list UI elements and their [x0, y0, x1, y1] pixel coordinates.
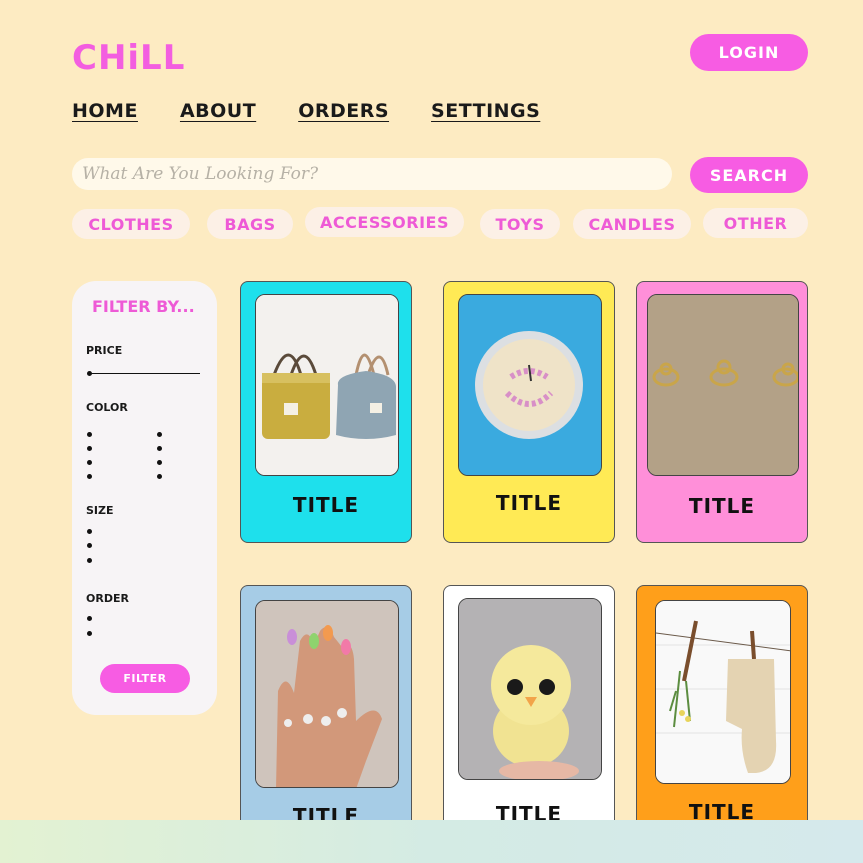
product-card[interactable]: TITLE	[636, 281, 808, 543]
nav-home[interactable]: HOME	[72, 100, 138, 122]
category-clothes[interactable]: CLOTHES	[72, 209, 190, 239]
color-label: COLOR	[86, 401, 128, 414]
price-label: PRICE	[86, 344, 123, 357]
size-label: SIZE	[86, 504, 114, 517]
filter-sidebar: FILTER BY... PRICE COLOR SIZE ORDER FILT…	[72, 281, 217, 715]
price-slider-track[interactable]	[89, 373, 200, 374]
category-accessories[interactable]: ACCESSORIES	[305, 207, 464, 237]
size-option[interactable]	[87, 529, 92, 534]
filter-title: FILTER BY...	[92, 297, 195, 316]
size-option[interactable]	[87, 543, 92, 548]
color-option[interactable]	[157, 474, 162, 479]
color-option[interactable]	[157, 460, 162, 465]
product-card[interactable]: TITLE	[240, 281, 412, 543]
search-input[interactable]: What Are You Looking For?	[72, 158, 672, 190]
category-bags[interactable]: BAGS	[207, 209, 293, 239]
color-option[interactable]	[87, 432, 92, 437]
rings-photo	[647, 294, 799, 476]
hand-rings-photo	[255, 600, 399, 788]
size-option[interactable]	[87, 558, 92, 563]
search-button[interactable]: SEARCH	[690, 157, 808, 193]
product-title: TITLE	[688, 494, 756, 518]
filter-button[interactable]: FILTER	[100, 664, 190, 693]
order-label: ORDER	[86, 592, 129, 605]
bags-photo	[255, 294, 399, 476]
color-option[interactable]	[87, 446, 92, 451]
color-option[interactable]	[87, 460, 92, 465]
product-title: TITLE	[292, 493, 360, 517]
color-option[interactable]	[157, 446, 162, 451]
product-title: TITLE	[495, 491, 563, 515]
nav-settings[interactable]: SETTINGS	[431, 100, 540, 122]
color-option[interactable]	[157, 432, 162, 437]
socks-photo	[655, 600, 791, 784]
nav-about[interactable]: ABOUT	[180, 100, 256, 122]
order-option[interactable]	[87, 631, 92, 636]
order-option[interactable]	[87, 616, 92, 621]
category-toys[interactable]: TOYS	[480, 209, 560, 239]
footer-band	[0, 820, 863, 863]
product-card[interactable]: TITLE	[443, 281, 615, 543]
color-option[interactable]	[87, 474, 92, 479]
crochet-chick-photo	[458, 598, 602, 780]
login-button[interactable]: LOGIN	[690, 34, 808, 71]
category-candles[interactable]: CANDLES	[573, 209, 691, 239]
category-other[interactable]: OTHER	[703, 208, 808, 238]
product-card[interactable]: TITLE	[636, 585, 808, 835]
product-card[interactable]: TITLE	[240, 585, 412, 835]
logo[interactable]: CHiLL	[72, 38, 185, 78]
product-card[interactable]: TITLE	[443, 585, 615, 835]
nav-orders[interactable]: ORDERS	[298, 100, 389, 122]
candle-photo	[458, 294, 602, 476]
main-nav: HOME ABOUT ORDERS SETTINGS	[72, 100, 582, 122]
